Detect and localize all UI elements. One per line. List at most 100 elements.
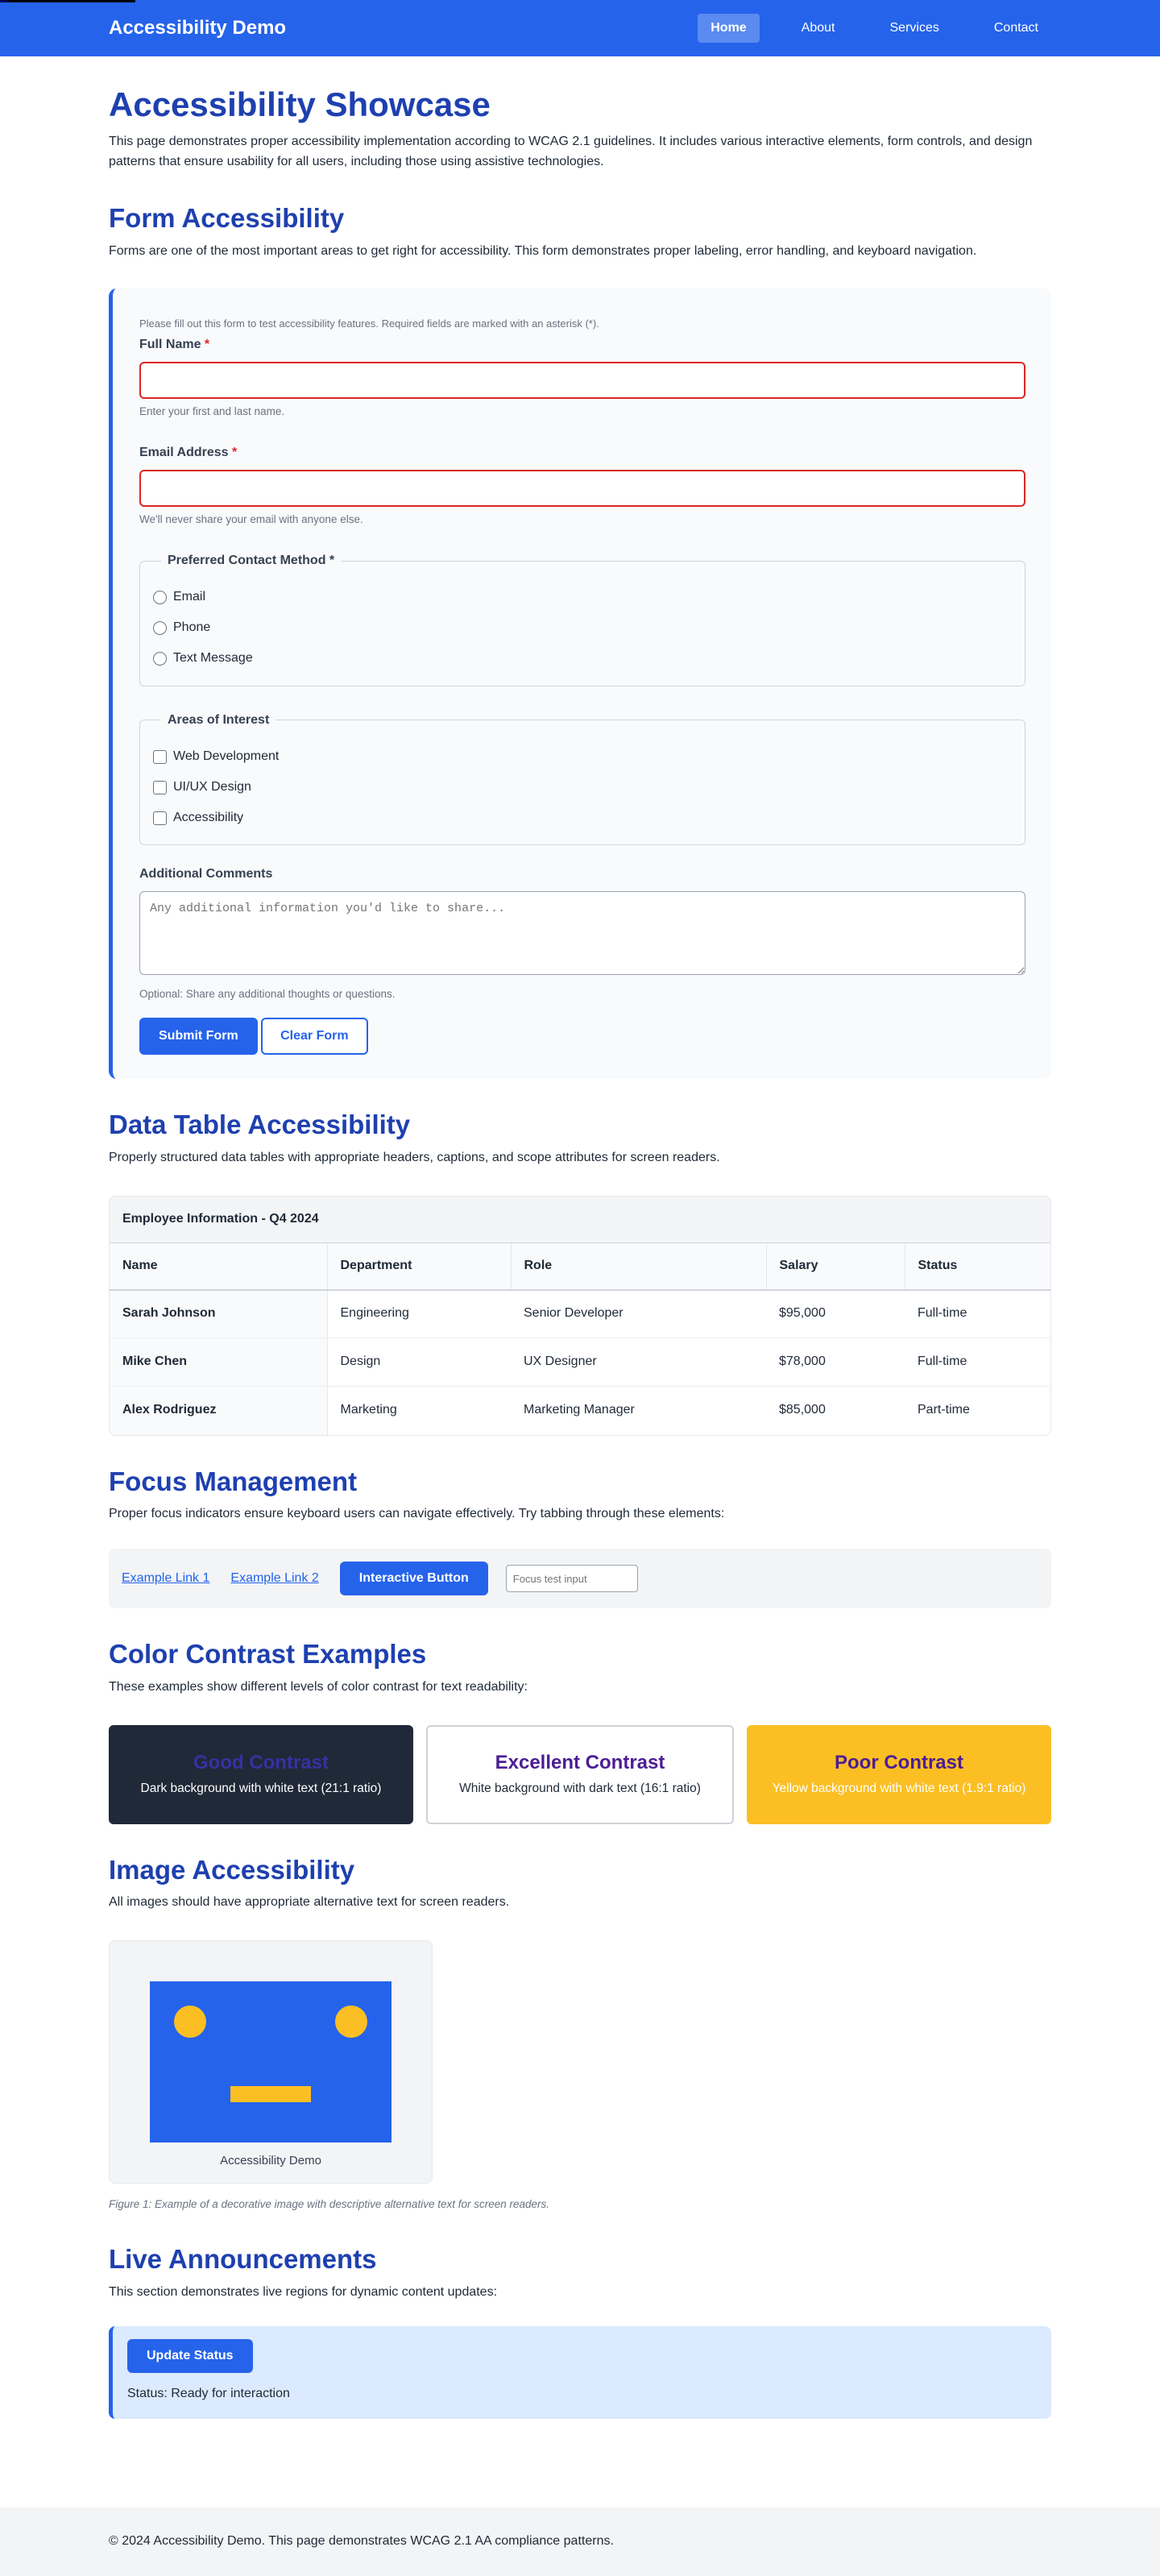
contrast-section: Color Contrast Examples These examples s…	[109, 1637, 1051, 1824]
form-section-title: Form Accessibility	[109, 202, 345, 233]
table-cell: Full-time	[905, 1289, 1050, 1339]
mouth-shape	[230, 2086, 311, 2102]
row-header-cell: Mike Chen	[110, 1338, 328, 1388]
image-background	[150, 1981, 392, 2143]
required-asterisk: *	[232, 446, 238, 460]
table-cell: $95,000	[766, 1289, 905, 1339]
checkbox-option-ui-ux-design[interactable]: UI/UX Design	[153, 772, 1012, 803]
table-cell: Full-time	[905, 1338, 1050, 1388]
checkbox-label: UI/UX Design	[173, 779, 251, 794]
figure-caption: Figure 1: Example of a decorative image …	[109, 2198, 550, 2210]
checkbox[interactable]	[153, 811, 167, 825]
focus-section-title: Focus Management	[109, 1466, 358, 1496]
column-header: Status	[905, 1242, 1050, 1291]
status-text: Status: Ready for interaction	[127, 2387, 290, 2401]
right-eye-shape	[335, 2006, 367, 2038]
update-status-button[interactable]: Update Status	[127, 2339, 253, 2374]
card-title: Good Contrast	[193, 1752, 329, 1774]
table-row: Mike Chen Design UX Designer $78,000 Ful…	[110, 1338, 1050, 1388]
example-link-1[interactable]: Example Link 1	[122, 1569, 209, 1589]
nav-link-services[interactable]: Services	[877, 14, 952, 44]
radio-button[interactable]	[153, 591, 167, 605]
contrast-examples: Good Contrast Dark background with white…	[109, 1724, 1051, 1824]
live-region: Update Status Status: Ready for interact…	[109, 2326, 1051, 2420]
interests-fieldset: Areas of Interest Web Development UI/UX …	[139, 710, 1025, 846]
table-row: Sarah Johnson Engineering Senior Develop…	[110, 1289, 1050, 1339]
contact-method-fieldset: Preferred Contact Method * Email Phone T…	[139, 550, 1025, 687]
card-title: Excellent Contrast	[495, 1752, 665, 1774]
table-cell: Part-time	[918, 1403, 970, 1417]
contrast-section-title: Color Contrast Examples	[109, 1639, 427, 1670]
image-label: Accessibility Demo	[220, 2153, 321, 2167]
email-input[interactable]	[139, 469, 1025, 507]
comments-textarea[interactable]	[139, 891, 1025, 976]
nav-link-contact[interactable]: Contact	[981, 14, 1051, 44]
radio-option-phone[interactable]: Phone	[153, 613, 1012, 644]
live-section: Live Announcements This section demonstr…	[109, 2242, 1051, 2420]
checkbox-label: Web Development	[173, 749, 280, 763]
card-description: Dark background with white text (21:1 ra…	[140, 1781, 382, 1795]
figure: Accessibility Demo	[109, 1940, 433, 2184]
submit-form-button[interactable]: Submit Form	[139, 1018, 258, 1056]
table-cell: Engineering	[327, 1289, 511, 1339]
email-label: Email Address *	[139, 443, 1025, 463]
full-name-input[interactable]	[139, 362, 1025, 400]
navbar: Accessibility Demo Home About Services C…	[0, 0, 1160, 56]
image-section-title: Image Accessibility	[109, 1854, 355, 1885]
form-section: Form Accessibility Forms are one of the …	[109, 201, 1051, 1080]
clear-form-button[interactable]: Clear Form	[261, 1018, 368, 1056]
checkbox-option-web-development[interactable]: Web Development	[153, 741, 1012, 772]
comments-hint: Optional: Share any additional thoughts …	[139, 988, 396, 1001]
focus-section: Focus Management Proper focus indicators…	[109, 1465, 1051, 1609]
form-section-text: Forms are one of the most important area…	[109, 243, 977, 258]
smiley-face-image	[150, 1981, 392, 2143]
card-description: Yellow background with white text (1.9:1…	[772, 1781, 1026, 1795]
row-header-cell: Sarah Johnson	[110, 1289, 328, 1339]
image-section-text: All images should have appropriate alter…	[109, 1895, 510, 1910]
interests-legend: Areas of Interest	[168, 712, 270, 727]
card-description: White background with dark text (16:1 ra…	[459, 1781, 701, 1795]
main-content: Accessibility Showcase This page demonst…	[109, 56, 1051, 2420]
table-cell: Design	[327, 1338, 511, 1388]
left-eye-shape	[174, 2006, 206, 2038]
table-cell: Senior Developer	[511, 1289, 766, 1339]
checkbox-option-accessibility[interactable]: Accessibility	[153, 803, 1012, 833]
card-title: Poor Contrast	[834, 1752, 963, 1774]
column-header: Salary	[766, 1242, 905, 1291]
radio-button[interactable]	[153, 652, 167, 666]
poor-contrast-card: Poor Contrast Yellow background with whi…	[747, 1724, 1051, 1824]
form-actions: Submit Form Clear Form	[139, 1018, 1025, 1056]
example-link-2[interactable]: Example Link 2	[230, 1569, 318, 1589]
table-section-text: Properly structured data tables with app…	[109, 1150, 720, 1164]
live-section-title: Live Announcements	[109, 2243, 377, 2274]
radio-option-text-message[interactable]: Text Message	[153, 644, 1012, 674]
brand-logo[interactable]: Accessibility Demo	[109, 13, 286, 43]
nav-link-home[interactable]: Home	[698, 13, 760, 44]
skip-link[interactable]: Skip to main content	[0, 0, 135, 2]
intro-section: Accessibility Showcase This page demonst…	[109, 84, 1051, 172]
image-section: Image Accessibility All images should ha…	[109, 1853, 1051, 2213]
live-section-text: This section demonstrates live regions f…	[109, 2284, 498, 2299]
table-cell: $78,000	[766, 1338, 905, 1388]
radio-option-email[interactable]: Email	[153, 583, 1012, 613]
form-note: Please fill out this form to test access…	[139, 317, 599, 330]
full-name-hint: Enter your first and last name.	[139, 405, 285, 418]
full-name-label: Full Name *	[139, 335, 1025, 355]
email-label-text: Email Address	[139, 446, 229, 460]
employee-table: Employee Information - Q4 2024 Name Depa…	[109, 1195, 1051, 1436]
footer: © 2024 Accessibility Demo. This page dem…	[0, 2508, 1160, 2576]
table-header-row: Name Department Role Salary Status	[110, 1242, 1050, 1291]
nav-link-about[interactable]: About	[789, 14, 848, 44]
table-section: Data Table Accessibility Properly struct…	[109, 1108, 1051, 1436]
table-cell: Marketing	[340, 1403, 397, 1417]
checkbox[interactable]	[153, 749, 167, 764]
column-header: Role	[511, 1242, 767, 1291]
focus-test-input[interactable]	[505, 1565, 638, 1593]
interactive-button[interactable]: Interactive Button	[339, 1562, 488, 1596]
checkbox[interactable]	[153, 780, 167, 794]
table-cell: UX Designer	[511, 1338, 766, 1388]
required-asterisk: *	[204, 338, 210, 352]
radio-button[interactable]	[153, 621, 167, 636]
table-row: Alex Rodriguez Marketing Marketing Manag…	[110, 1386, 1050, 1435]
radio-label: Text Message	[173, 651, 253, 666]
